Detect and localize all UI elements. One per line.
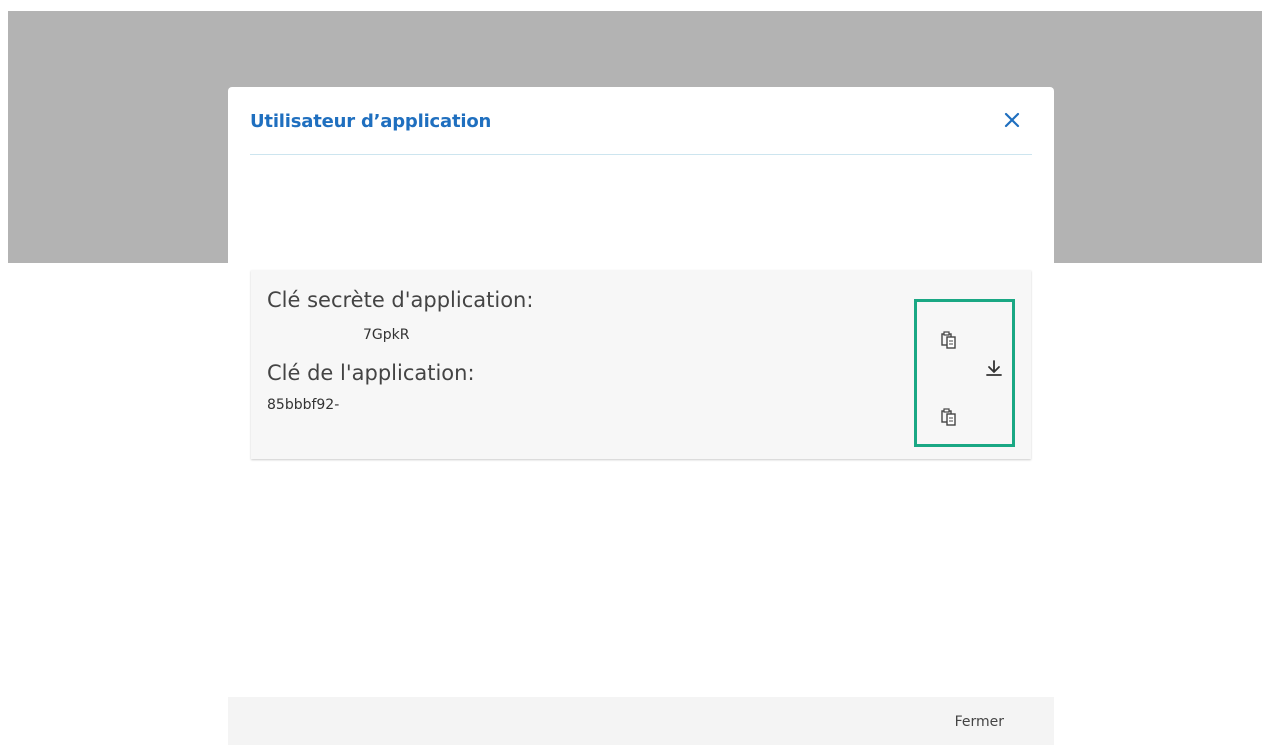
dialog-footer: Fermer <box>228 697 1054 745</box>
key-actions-highlight <box>914 299 1015 447</box>
clipboard-icon <box>941 331 956 349</box>
key-card: Clé secrète d'application: 7GpkR Clé de … <box>251 270 1031 459</box>
close-dialog-button[interactable]: Fermer <box>955 714 1004 730</box>
clipboard-icon <box>941 408 956 426</box>
download-icon <box>986 360 1002 376</box>
close-icon <box>1004 112 1020 128</box>
close-button[interactable] <box>1000 107 1024 133</box>
copy-app-key-button[interactable] <box>936 405 960 429</box>
copy-secret-key-button[interactable] <box>936 328 960 352</box>
dialog-header: Utilisateur d’application <box>250 87 1032 155</box>
secret-key-value[interactable]: 7GpkR <box>363 327 409 343</box>
app-key-value[interactable]: 85bbbf92- <box>267 397 339 413</box>
app-key-label: Clé de l'application: <box>267 361 475 385</box>
dialog-title: Utilisateur d’application <box>250 111 492 132</box>
download-keys-button[interactable] <box>982 356 1006 380</box>
secret-key-label: Clé secrète d'application: <box>267 288 534 312</box>
dialog: Utilisateur d’application <box>228 87 1054 263</box>
